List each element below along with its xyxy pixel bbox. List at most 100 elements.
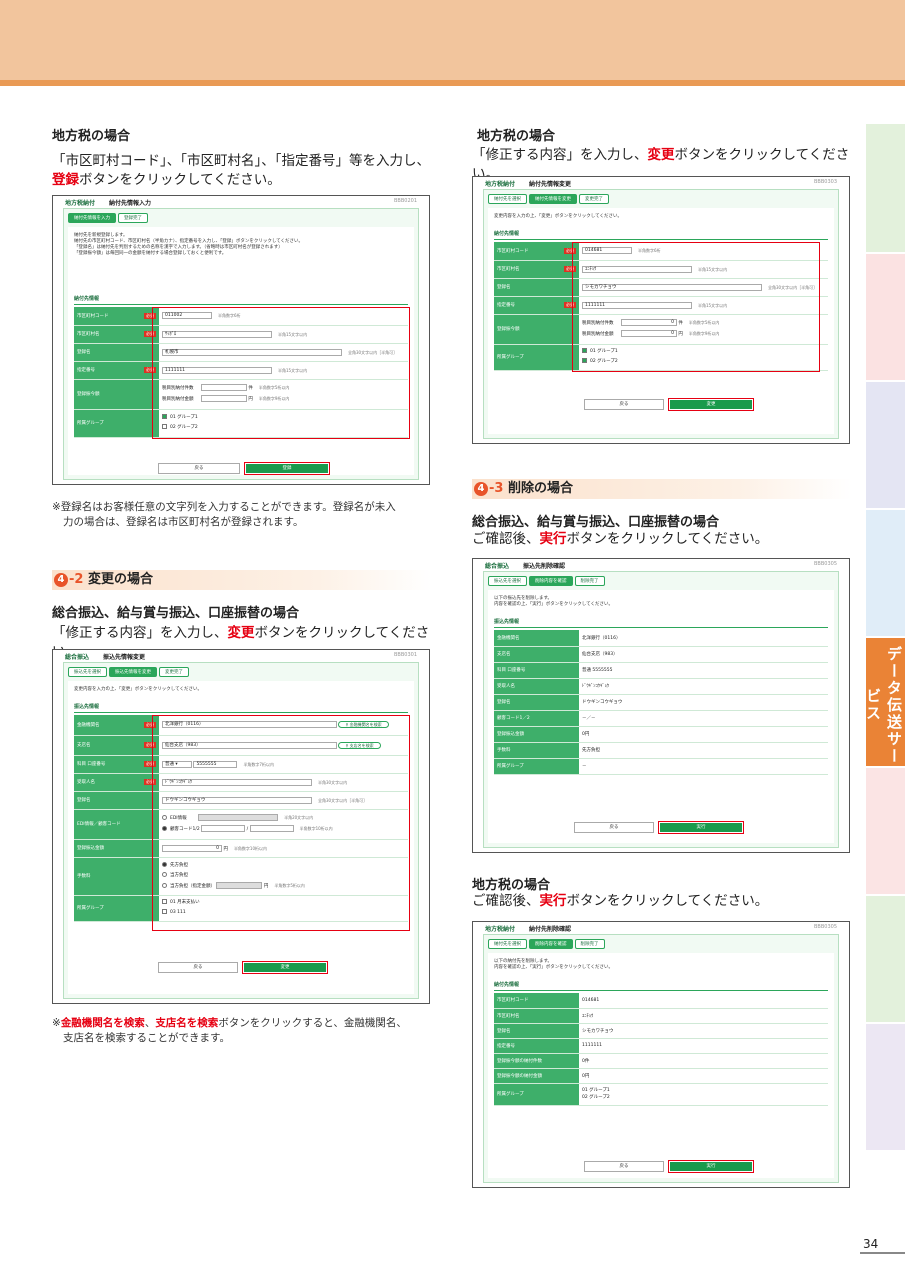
table-row: 市区町村名 ﾕﾆﾁｮｳ bbox=[494, 1008, 828, 1024]
back-button[interactable]: 戻る bbox=[158, 463, 240, 474]
back-button[interactable]: 戻る bbox=[584, 399, 664, 410]
row-label: 市区町村コード 必須 bbox=[494, 242, 579, 261]
lead-text: 変更内容を入力の上、「変更」ボタンをクリックしてください。 bbox=[494, 214, 622, 219]
page-number-rule bbox=[860, 1252, 905, 1254]
lead-text: 納付先を新規登録します。 納付先の市区町村コード、市区町村名（半角カナ）、指定番… bbox=[74, 233, 304, 256]
table-row: 登録名 シモカワチョウ bbox=[494, 1023, 828, 1039]
step: 振込先情報を変更 bbox=[109, 667, 157, 677]
row-label: 所属グループ bbox=[74, 409, 159, 438]
side-tab-data-transfer: データ伝送サービス bbox=[864, 638, 905, 766]
section-rule bbox=[494, 239, 828, 240]
left-note-search: ※金融機関名を検索、支店名を検索ボタンをクリックすると、金融機関名、 支店名を検索… bbox=[52, 1017, 407, 1044]
screenshot-transfer-delete: 総合振込 振込先削除確認 BBB0305 振込先を選択 削除内容を確認 削除完了 … bbox=[472, 558, 850, 853]
row-label: 指定番号 必須 bbox=[74, 361, 159, 380]
shot-app-title: 地方税納付 納付先情報変更 bbox=[485, 181, 572, 188]
row-label: 手数料 bbox=[74, 857, 159, 896]
row-label: 登録振込金額 bbox=[74, 839, 159, 858]
change-button[interactable]: 変更 bbox=[242, 961, 328, 974]
table-row: 支店名 仙台支店（983） bbox=[494, 646, 828, 663]
header-band bbox=[0, 0, 905, 80]
confirm-table: 金融機関名 北洋銀行（0116） 支店名 仙台支店（983） 科目 口座番号 普通 5… bbox=[494, 630, 828, 775]
instr-line2: ボタンをクリックしてください。 bbox=[79, 172, 281, 188]
right-delete-instruction-2: ご確認後、実行ボタンをクリックしてください。 bbox=[472, 893, 769, 909]
step: 変更完了 bbox=[159, 667, 189, 677]
step: 納付先情報を変更 bbox=[529, 194, 577, 204]
table-row: 登録振今額の納付金額 0円 bbox=[494, 1068, 828, 1084]
step: 削除内容を確認 bbox=[529, 939, 573, 949]
register-button[interactable]: 登録 bbox=[244, 462, 330, 475]
table-row: 登録振込金額 0円 bbox=[494, 726, 828, 743]
highlight-box bbox=[572, 242, 820, 372]
section-bar-change: 4 -2 変更の場合 bbox=[52, 570, 432, 590]
table-row: 手数料 先方負担 bbox=[494, 742, 828, 759]
step: 登録完了 bbox=[118, 213, 148, 223]
row-label: 所属グループ bbox=[74, 895, 159, 922]
row-label: EDI情報／顧客コード bbox=[74, 809, 159, 840]
step-indicator: 納付先情報を入力 登録完了 bbox=[68, 213, 150, 223]
row-label: 金融機関名 必須 bbox=[74, 715, 159, 736]
step: 納付先情報を入力 bbox=[68, 213, 116, 223]
shot-content: 変更内容を入力の上、「変更」ボタンをクリックしてください。 振込先情報 金融機関… bbox=[68, 681, 414, 994]
side-tab-1 bbox=[866, 124, 905, 252]
shot-screen-id: BBB0305 bbox=[813, 924, 837, 930]
section-title: 納付先情報 bbox=[74, 296, 100, 302]
shot-content: 以下の納付先を削除します。 内容を確認の上、「実行」ボタンをクリックしてください… bbox=[488, 953, 834, 1178]
row-label: 登録振今額 bbox=[494, 314, 579, 345]
screenshot-local-tax-register: 地方税納付 納付先情報入力 BBB0201 納付先情報を入力 登録完了 納付先を新… bbox=[52, 195, 430, 485]
section-rule bbox=[74, 712, 408, 713]
instr-red-register: 登録 bbox=[52, 172, 79, 188]
shot-app-title: 地方税納付 納付先削除確認 bbox=[485, 926, 572, 933]
change-button[interactable]: 変更 bbox=[668, 398, 754, 411]
step: 変更完了 bbox=[579, 194, 609, 204]
confirm-table: 市区町村コード 014681 市区町村名 ﾕﾆﾁｮｳ 登録名 シモカワチョウ 指定番号… bbox=[494, 993, 828, 1106]
section-title: 振込先情報 bbox=[74, 704, 100, 710]
shot-content: 以下の振込先を削除します。 内容を確認の上、「実行」ボタンをクリックしてください… bbox=[488, 590, 834, 843]
section-title: 納付先情報 bbox=[494, 982, 520, 988]
back-button[interactable]: 戻る bbox=[584, 1161, 664, 1172]
side-tab-6 bbox=[866, 768, 905, 894]
shot-body: 納付先を選択 削除内容を確認 削除完了 以下の納付先を削除します。 内容を確認の… bbox=[483, 934, 839, 1183]
table-row: 所属グループ 01 グループ1 02 グループ2 bbox=[494, 1083, 828, 1106]
execute-button[interactable]: 実行 bbox=[658, 821, 744, 834]
left-note-register-name: ※登録名はお客様任意の文字列を入力することができます。登録名が未入 力の場合は、登… bbox=[52, 501, 396, 528]
instr-line1: 「市区町村コード」、「市区町村名」、「指定番号」等を入力し、 bbox=[52, 153, 430, 169]
lead-text: 以下の納付先を削除します。 内容を確認の上、「実行」ボタンをクリックしてください… bbox=[494, 959, 613, 970]
section-rule bbox=[74, 304, 408, 305]
side-tab-7 bbox=[866, 896, 905, 1022]
step: 削除完了 bbox=[574, 576, 605, 586]
side-tab-8 bbox=[866, 1024, 905, 1150]
screenshot-transfer-change: 総合振込 振込先情報変更 BBB0301 振込先を選択 振込先情報を変更 変更完了… bbox=[52, 649, 430, 1004]
table-row: 受取人名 ﾄﾞｳｷﾞﾝｺｳｷﾞｮｳ bbox=[494, 678, 828, 695]
shot-app-title: 地方税納付 納付先情報入力 bbox=[65, 200, 152, 207]
shot-app-title: 総合振込 振込先情報変更 bbox=[65, 654, 146, 661]
row-label: 受取人名 必須 bbox=[74, 773, 159, 792]
execute-button[interactable]: 実行 bbox=[668, 1160, 754, 1173]
row-label: 登録振今額 bbox=[74, 379, 159, 410]
shot-screen-id: BBB0201 bbox=[393, 198, 417, 204]
table-row: 顧客コード1／2 －／－ bbox=[494, 710, 828, 727]
section-rule bbox=[494, 990, 828, 991]
shot-screen-id: BBB0301 bbox=[393, 652, 417, 658]
section-title: 振込先情報 bbox=[494, 619, 520, 625]
row-label: 市区町村コード 必須 bbox=[74, 307, 159, 326]
row-label: 市区町村名 必須 bbox=[74, 325, 159, 344]
back-button[interactable]: 戻る bbox=[158, 962, 238, 973]
step-indicator: 納付先を選択 納付先情報を変更 変更完了 bbox=[488, 194, 611, 204]
section-bar-delete: 4 -3 削除の場合 bbox=[472, 479, 852, 499]
left-local-tax-instruction: 「市区町村コード」、「市区町村名」、「指定番号」等を入力し、 登録ボタンをクリッ… bbox=[52, 152, 442, 190]
screenshot-local-tax-delete: 地方税納付 納付先削除確認 BBB0305 納付先を選択 削除内容を確認 削除完了… bbox=[472, 921, 850, 1188]
side-tab-4 bbox=[866, 510, 905, 636]
table-row: 指定番号 1111111 bbox=[494, 1038, 828, 1054]
step-indicator: 振込先を選択 振込先情報を変更 変更完了 bbox=[68, 667, 191, 677]
page-number: 34 bbox=[863, 1237, 879, 1251]
shot-content: 変更内容を入力の上、「変更」ボタンをクリックしてください。 納付先情報 市区町村… bbox=[488, 208, 834, 434]
back-button[interactable]: 戻る bbox=[574, 822, 654, 833]
table-row: 金融機関名 北洋銀行（0116） bbox=[494, 630, 828, 647]
row-label: 科目 口座番号 必須 bbox=[74, 755, 159, 774]
table-row: 市区町村コード 014681 bbox=[494, 993, 828, 1009]
section-title: 納付先情報 bbox=[494, 231, 520, 237]
table-row: 所属グループ－ bbox=[494, 758, 828, 775]
right-delete-instruction: ご確認後、実行ボタンをクリックしてください。 bbox=[472, 531, 769, 547]
shot-screen-id: BBB0305 bbox=[813, 561, 837, 567]
screenshot-local-tax-change: 地方税納付 納付先情報変更 BBB0303 納付先を選択 納付先情報を変更 変更完… bbox=[472, 176, 850, 444]
